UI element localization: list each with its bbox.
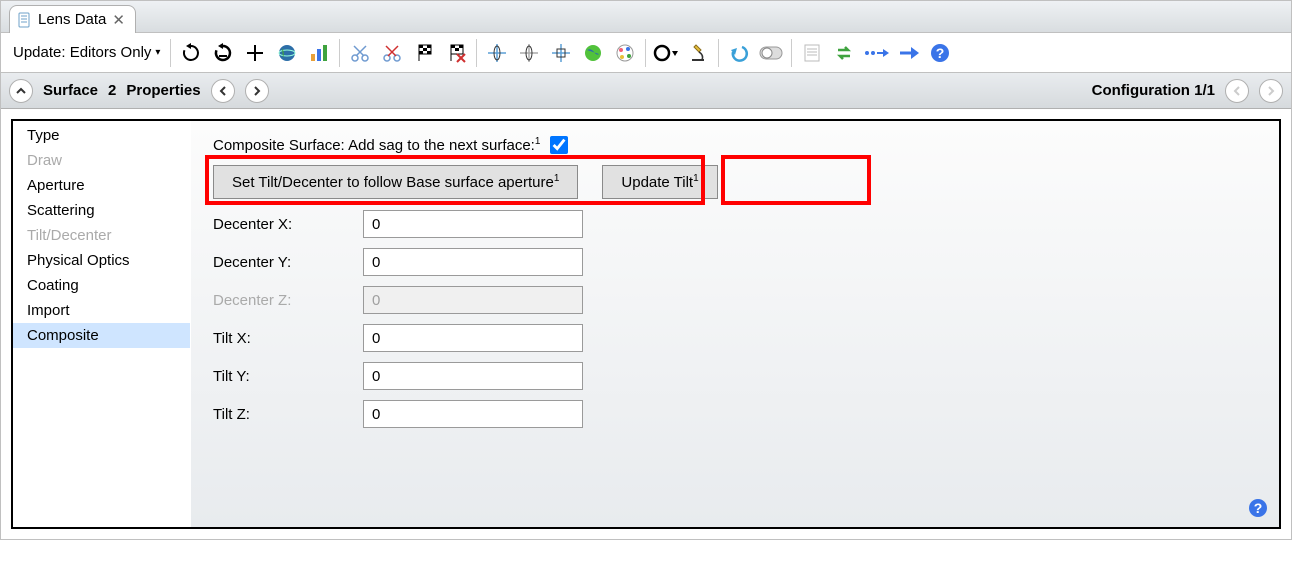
axis-blue-icon[interactable] xyxy=(483,39,511,67)
add-icon[interactable] xyxy=(241,39,269,67)
sidebar-item-scattering[interactable]: Scattering xyxy=(13,198,190,223)
tab-lens-data[interactable]: Lens Data ✕ xyxy=(9,5,136,33)
collapse-button[interactable] xyxy=(9,79,33,103)
sidebar-item-composite[interactable]: Composite xyxy=(13,323,190,348)
svg-text:?: ? xyxy=(1254,500,1263,516)
reload-all-icon[interactable] xyxy=(209,39,237,67)
composite-checkbox[interactable] xyxy=(550,136,568,154)
content: Type Draw Aperture Scattering Tilt/Decen… xyxy=(11,119,1281,529)
set-tilt-decenter-button[interactable]: Set Tilt/Decenter to follow Base surface… xyxy=(213,165,578,199)
separator xyxy=(791,39,792,67)
prev-surface-button[interactable] xyxy=(211,79,235,103)
axis-gray-icon[interactable] xyxy=(515,39,543,67)
scissors-icon[interactable] xyxy=(346,39,374,67)
decenter-x-label: Decenter X: xyxy=(213,216,363,233)
decenter-x-input[interactable] xyxy=(363,210,583,238)
sidebar-item-draw[interactable]: Draw xyxy=(13,148,190,173)
composite-checkbox-label: Composite Surface: Add sag to the next s… xyxy=(213,136,540,154)
sidebar: Type Draw Aperture Scattering Tilt/Decen… xyxy=(13,121,191,527)
tab-title: Lens Data xyxy=(38,11,106,28)
globe-icon[interactable] xyxy=(273,39,301,67)
tilt-z-input[interactable] xyxy=(363,400,583,428)
arrow-right-icon[interactable] xyxy=(894,39,922,67)
sidebar-item-coating[interactable]: Coating xyxy=(13,273,190,298)
content-outer: Type Draw Aperture Scattering Tilt/Decen… xyxy=(1,109,1291,539)
separator xyxy=(476,39,477,67)
dots-arrow-icon[interactable] xyxy=(862,39,890,67)
panel-help-icon[interactable]: ? xyxy=(1247,497,1269,519)
reload-icon[interactable] xyxy=(177,39,205,67)
sidebar-item-type[interactable]: Type xyxy=(13,123,190,148)
close-icon[interactable]: ✕ xyxy=(112,11,125,29)
dropdown-arrow-icon: ▾ xyxy=(155,47,160,58)
update-label: Update: Editors Only xyxy=(13,44,151,61)
document-icon xyxy=(16,12,32,28)
prev-config-button[interactable] xyxy=(1225,79,1249,103)
fields-group: Decenter X: Decenter Y: Decenter Z: Tilt… xyxy=(213,209,1259,429)
tilt-y-input[interactable] xyxy=(363,362,583,390)
separator xyxy=(718,39,719,67)
earth-icon[interactable] xyxy=(579,39,607,67)
circle-dropdown-icon[interactable] xyxy=(652,39,680,67)
tilt-x-input[interactable] xyxy=(363,324,583,352)
window: Lens Data ✕ Update: Editors Only ▾ xyxy=(0,0,1292,540)
transform-icon[interactable] xyxy=(547,39,575,67)
scissors-red-icon[interactable] xyxy=(378,39,406,67)
decenter-y-input[interactable] xyxy=(363,248,583,276)
surface-number: 2 xyxy=(108,82,116,99)
separator xyxy=(170,39,171,67)
decenter-z-input xyxy=(363,286,583,314)
tilt-x-label: Tilt X: xyxy=(213,330,363,347)
sidebar-item-import[interactable]: Import xyxy=(13,298,190,323)
separator xyxy=(339,39,340,67)
separator xyxy=(645,39,646,67)
surface-label: Surface xyxy=(43,82,98,99)
sidebar-item-tilt-decenter[interactable]: Tilt/Decenter xyxy=(13,223,190,248)
undo-arrow-icon[interactable] xyxy=(725,39,753,67)
update-dropdown[interactable]: Update: Editors Only ▾ xyxy=(9,42,164,63)
property-bar: Surface 2 Properties Configuration 1/1 xyxy=(1,73,1291,109)
palette-icon[interactable] xyxy=(611,39,639,67)
sidebar-item-physical-optics[interactable]: Physical Optics xyxy=(13,248,190,273)
sidebar-item-aperture[interactable]: Aperture xyxy=(13,173,190,198)
notes-icon[interactable] xyxy=(798,39,826,67)
tabstrip: Lens Data ✕ xyxy=(1,1,1291,33)
flag-x-icon[interactable] xyxy=(442,39,470,67)
tilt-y-label: Tilt Y: xyxy=(213,368,363,385)
toolbar: Update: Editors Only ▾ ? xyxy=(1,33,1291,73)
next-surface-button[interactable] xyxy=(245,79,269,103)
swap-icon[interactable] xyxy=(830,39,858,67)
tilt-z-label: Tilt Z: xyxy=(213,406,363,423)
microscope-icon[interactable] xyxy=(684,39,712,67)
decenter-y-label: Decenter Y: xyxy=(213,254,363,271)
decenter-z-label: Decenter Z: xyxy=(213,292,363,309)
update-tilt-button[interactable]: Update Tilt1 xyxy=(602,165,717,199)
flag-icon[interactable] xyxy=(410,39,438,67)
config-label: Configuration 1/1 xyxy=(1092,82,1215,99)
composite-panel: Composite Surface: Add sag to the next s… xyxy=(191,121,1279,527)
help-icon[interactable]: ? xyxy=(926,39,954,67)
next-config-button[interactable] xyxy=(1259,79,1283,103)
svg-text:?: ? xyxy=(936,45,945,61)
properties-label: Properties xyxy=(126,82,200,99)
toggle-icon[interactable] xyxy=(757,39,785,67)
chart-icon[interactable] xyxy=(305,39,333,67)
